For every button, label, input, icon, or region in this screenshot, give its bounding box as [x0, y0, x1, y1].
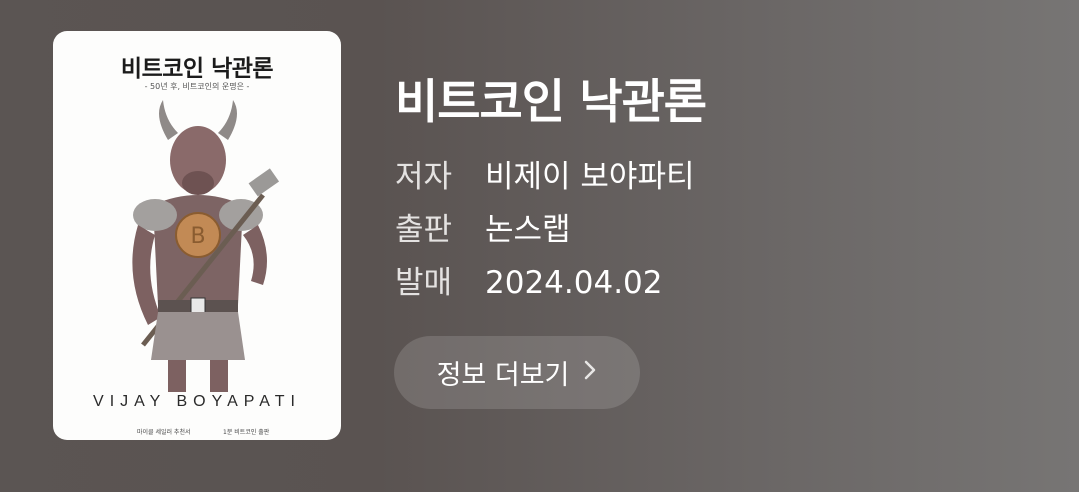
chevron-right-icon: [583, 357, 597, 388]
cover-illustration: B: [132, 100, 280, 392]
author-value: 비제이 보야파티: [485, 159, 695, 195]
publisher-label: 출판: [395, 212, 453, 248]
release-date-row: 발매 2024.04.02: [395, 257, 695, 310]
author-row: 저자 비제이 보야파티: [395, 151, 695, 204]
cover-title: 비트코인 낙관론: [120, 56, 274, 82]
book-title: 비트코인 낙관론: [395, 75, 707, 130]
cover-footer-right: 1분 비트코인 출판: [223, 429, 270, 436]
cover-author: VIJAY BOYAPATI: [93, 393, 301, 410]
svg-text:B: B: [190, 224, 205, 249]
cover-footer-left: 마이클 세일러 추천서: [137, 429, 191, 436]
publisher-row: 출판 논스랩: [395, 204, 695, 257]
author-label: 저자: [395, 159, 453, 195]
more-info-label: 정보 더보기: [436, 360, 570, 391]
release-date-label: 발매: [395, 265, 453, 301]
book-cover[interactable]: 비트코인 낙관론 - 50년 후, 비트코인의 운명은 - B VIJAY BO…: [53, 31, 341, 440]
more-info-button[interactable]: 정보 더보기: [394, 336, 640, 409]
publisher-value: 논스랩: [485, 212, 571, 248]
release-date-value: 2024.04.02: [485, 265, 663, 301]
cover-subtitle: - 50년 후, 비트코인의 운명은 -: [144, 82, 250, 91]
book-meta: 저자 비제이 보야파티 출판 논스랩 발매 2024.04.02: [395, 151, 695, 310]
